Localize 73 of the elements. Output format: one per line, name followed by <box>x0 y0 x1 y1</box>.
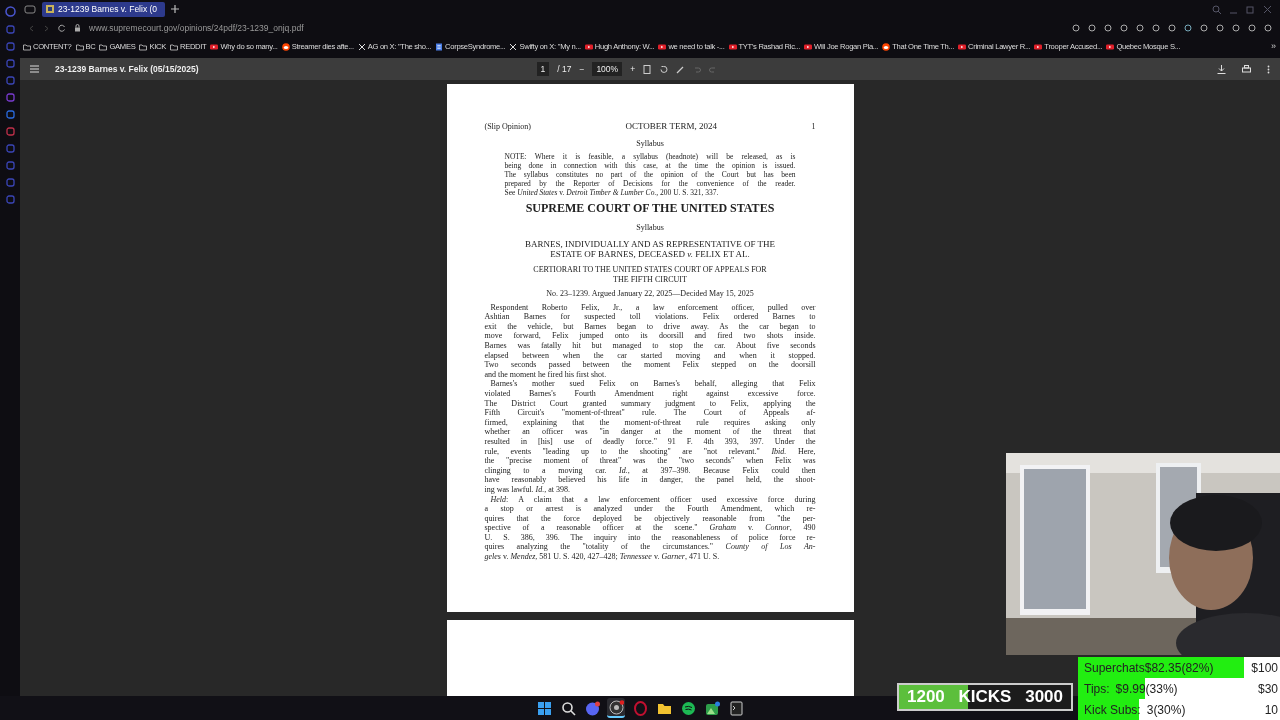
folder-icon <box>169 43 178 51</box>
taskbar-button[interactable] <box>607 698 625 718</box>
case-caption: BARNES, INDIVIDUALLY AND AS REPRESENTATIVE OF THE ESTATE OF BARNES, DECEASED v. FELIX ET AL. <box>523 238 777 261</box>
certiorari-line: CERTIORARI TO THE UNITED STATES COURT OF APPEALS FOR THE FIFTH CIRCUIT <box>532 265 768 285</box>
folder-icon <box>99 43 108 51</box>
terminal-icon <box>728 700 744 716</box>
body-paragraph: Held: A claim that a law enforcement officer used excessive force during a stop or arrest is analyzed under the Fourth Amendment, which re- quires that the force deployed be objectively reasonable from "the per- spective of a reasonable officer at the scene." Graham v. Connor, 490 U. S. 386, 396. The inquiry into the reasonableness of police force re- quires analyzing the "totality of the circumstances." County of Los An- geles v. Mendez, 581 U. S. 420, 427–428; Tennessee v. Garner, 471 U. S. <box>484 494 816 562</box>
reload-icon[interactable] <box>58 24 66 32</box>
windows-icon <box>536 700 552 716</box>
address-field[interactable]: www.supremecourt.gov/opinions/24pdf/23-1239_onjq.pdf <box>89 21 304 35</box>
court-title: SUPREME COURT OF THE UNITED STATES <box>524 201 776 216</box>
header-label: (Slip Opinion) <box>484 120 531 133</box>
close-icon[interactable] <box>1263 4 1272 14</box>
x-icon <box>357 43 366 51</box>
play-icon <box>210 43 219 51</box>
docket-line: No. 23–1239. Argued January 22, 2025—Decided May 15, 2025 <box>545 289 755 299</box>
more-icon[interactable] <box>1267 64 1270 74</box>
zoom-in-button[interactable]: + <box>630 62 636 76</box>
goal-label: Tips: <box>1084 680 1110 698</box>
more-bookmarks-button[interactable]: » <box>1271 40 1280 54</box>
browser-tab[interactable]: 23-1239 Barnes v. Felix (0 <box>42 1 166 17</box>
body-paragraph: Barnes's mother sued Felix on Barnes's behalf, alleging that Felix violated Barnes's Fourth Amendment right against excessive force. The District Court granted summary judgment to Felix, applying the Fifth Circuit's "moment-of-threat" rule. The Court of Appeals af- firmed, explaining that the moment-of-threat rule requires asking only whether an officer was "in danger at the moment of the threat that resulted in [his] use of deadly force." 91 F. 4th 393, 397. Under the rule, events "leading up to the shooting" are "not relevant." Ibid. Here, the "precise moment of threat" was the "two seconds" when Felix was clinging to a moving car. Id., at 397–398. Because Felix could then have reasonably believed his life in danger, the panel held, the shoot- ing was lawful. Id., at 398. <box>484 379 816 495</box>
play-icon <box>957 43 966 51</box>
section-heading: Syllabus <box>635 223 665 233</box>
circle-icon[interactable] <box>4 6 16 17</box>
kicks-goal: 3000 <box>1025 686 1063 709</box>
goal-target: $100 <box>1251 659 1278 677</box>
play-icon <box>1034 43 1043 51</box>
square-icon[interactable] <box>5 110 15 119</box>
play-icon <box>584 43 593 51</box>
document-icon <box>435 43 444 51</box>
photo-icon <box>704 700 720 716</box>
play-icon <box>804 43 813 51</box>
lock-icon[interactable] <box>74 24 81 32</box>
section-heading: Syllabus <box>635 138 665 148</box>
menu-icon[interactable] <box>30 65 39 73</box>
document-title: 23-1239 Barnes v. Felix (05/15/2025) <box>55 62 199 76</box>
square-icon[interactable] <box>5 127 15 136</box>
folder-icon <box>75 43 84 51</box>
taskbar-button[interactable] <box>727 698 745 718</box>
folder-icon <box>139 43 148 51</box>
square-icon[interactable] <box>5 93 15 102</box>
goal-target: 10 <box>1264 701 1278 719</box>
page-number-field[interactable]: 1 <box>536 61 550 77</box>
site-icon[interactable] <box>46 5 54 13</box>
x-icon <box>509 43 518 51</box>
goal-label: Superchats <box>1084 659 1145 677</box>
folder-icon <box>23 43 31 51</box>
zoom-field[interactable]: 100% <box>592 61 623 77</box>
rotate-icon[interactable] <box>659 64 669 74</box>
search-icon <box>560 700 576 716</box>
goal-value: 3(30%) <box>1146 701 1186 719</box>
record-icon <box>608 699 624 715</box>
body-paragraph: Respondent Roberto Felix, Jr., a law enforcement officer, pulled over Ashtian Barnes for suspected toll violations. Felix ordered Barnes to exit the vehicle, but Barnes began to drive away. As the car began to move forward, Felix jumped onto its doorsill and fired two shots inside. Barnes was fatally hit but managed to stop the car. About five seconds elapsed between when the car started moving and when it stopped. Two seconds passed between the moment Felix stepped on the doorsill and the moment he fired his first shot. <box>484 302 816 380</box>
header-term: OCTOBER TERM, 2024 <box>625 120 717 133</box>
play-icon <box>728 43 737 51</box>
goal-target: $30 <box>1257 680 1278 698</box>
kicks-current: 1200 <box>907 686 945 709</box>
music-icon <box>680 700 696 716</box>
search-icon[interactable] <box>1212 4 1221 14</box>
page-total: / 17 <box>557 62 572 76</box>
tabs-icon[interactable] <box>24 4 36 14</box>
fit-page-icon[interactable] <box>643 64 652 74</box>
ring-icon <box>632 700 648 716</box>
page-number: 1 <box>811 120 816 133</box>
print-icon[interactable] <box>1242 64 1251 74</box>
play-icon <box>658 43 667 51</box>
zoom-out-button[interactable]: − <box>579 62 585 76</box>
play-icon <box>1106 43 1115 51</box>
annotate-icon[interactable] <box>676 64 686 74</box>
plus-icon[interactable] <box>171 5 180 13</box>
download-icon[interactable] <box>1217 64 1226 74</box>
goal-value: $82.35(82%) <box>1144 659 1214 677</box>
